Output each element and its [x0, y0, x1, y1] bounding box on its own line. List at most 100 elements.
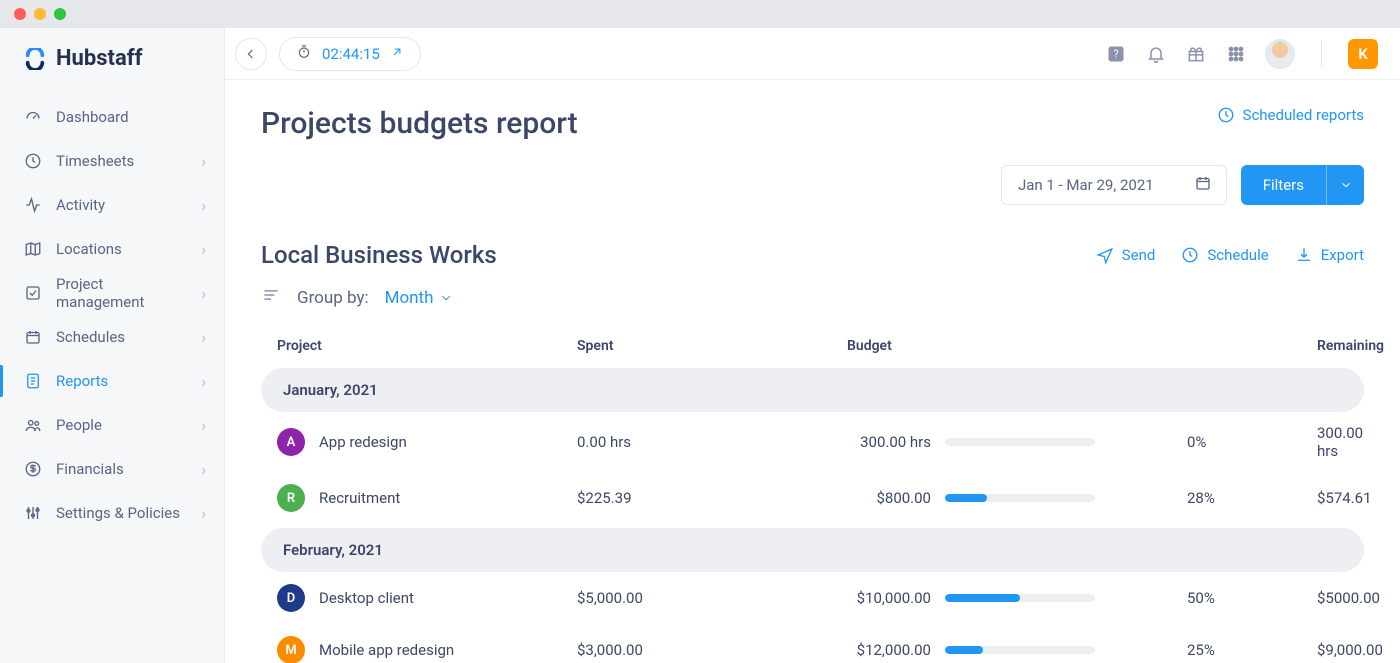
group-by-label: Group by:: [297, 288, 369, 308]
scheduled-reports-label: Scheduled reports: [1243, 106, 1364, 124]
chevron-right-icon: ›: [201, 196, 206, 215]
apps-grid-icon[interactable]: [1225, 43, 1247, 65]
chevron-right-icon: ›: [201, 504, 206, 523]
group-by-row: Group by: Month: [261, 285, 1364, 310]
progress-bar: [945, 646, 1095, 654]
sidebar-item-label: Schedules: [56, 328, 125, 346]
sliders-icon: [24, 504, 42, 522]
sidebar-item-label: Settings & Policies: [56, 504, 180, 522]
budget-value: 300.00 hrs: [847, 433, 931, 451]
progress-bar: [945, 494, 1095, 502]
clock-icon: [24, 152, 42, 170]
col-budget: Budget: [847, 338, 1187, 354]
col-spent: Spent: [577, 338, 847, 354]
external-link-icon: [390, 45, 404, 63]
sidebar-item-locations[interactable]: Locations›: [0, 227, 224, 271]
schedule-label: Schedule: [1207, 246, 1268, 264]
table-row[interactable]: DDesktop client$5,000.00$10,000.0050%$50…: [261, 572, 1364, 624]
sidebar-item-label: Locations: [56, 240, 122, 258]
calendar-icon: [1194, 174, 1212, 196]
spent-value: $5,000.00: [577, 589, 847, 607]
timer-pill[interactable]: 02:44:15: [279, 37, 421, 71]
table-row[interactable]: AApp redesign0.00 hrs300.00 hrs0%300.00 …: [261, 412, 1364, 472]
project-avatar: D: [277, 584, 305, 612]
table-header: Project Spent Budget Remaining: [261, 328, 1364, 364]
project-name: Mobile app redesign: [319, 641, 454, 659]
group-by-select[interactable]: Month: [385, 288, 454, 308]
file-icon: [24, 372, 42, 390]
chevron-right-icon: ›: [201, 284, 206, 303]
window-minimize-icon[interactable]: [34, 8, 46, 20]
stopwatch-icon: [296, 44, 312, 64]
bell-icon[interactable]: [1145, 43, 1167, 65]
group-header[interactable]: February, 2021: [261, 528, 1364, 572]
sidebar-item-label: Activity: [56, 196, 105, 214]
svg-text:?: ?: [1113, 47, 1118, 60]
date-range-label: Jan 1 - Mar 29, 2021: [1018, 176, 1154, 194]
sidebar-item-label: Financials: [56, 460, 124, 478]
topbar-icons: ? K: [1105, 39, 1378, 69]
divider: [1321, 40, 1322, 68]
percent-value: 25%: [1187, 641, 1317, 659]
sidebar-item-dashboard[interactable]: Dashboard: [0, 95, 224, 139]
progress-bar: [945, 438, 1095, 446]
sidebar: Hubstaff Dashboard Timesheets › Activity › Lo…: [0, 28, 225, 663]
scheduled-reports-link[interactable]: Scheduled reports: [1217, 106, 1364, 124]
sidebar-item-financials[interactable]: Financials ›: [0, 447, 224, 491]
map-icon: [24, 240, 42, 258]
project-avatar: A: [277, 428, 305, 456]
list-icon[interactable]: [261, 285, 281, 310]
brand-logo[interactable]: Hubstaff: [0, 42, 224, 89]
budget-value: $800.00: [847, 489, 931, 507]
sidebar-item-project-management[interactable]: Project management ›: [0, 271, 224, 315]
date-range-picker[interactable]: Jan 1 - Mar 29, 2021: [1001, 165, 1227, 205]
filters-button[interactable]: Filters: [1241, 165, 1364, 205]
section-title: Local Business Works: [261, 241, 497, 269]
activity-icon: [24, 196, 42, 214]
sidebar-item-timesheets[interactable]: Timesheets ›: [0, 139, 224, 183]
sidebar-item-label: Project management: [56, 275, 187, 311]
chevron-right-icon: ›: [201, 152, 206, 171]
progress-bar: [945, 594, 1095, 602]
timer-value: 02:44:15: [322, 45, 380, 63]
sidebar-item-label: Dashboard: [56, 108, 129, 126]
send-button[interactable]: Send: [1096, 246, 1156, 264]
checkbox-icon: [24, 284, 42, 302]
chevron-down-icon: [1326, 165, 1364, 205]
export-label: Export: [1321, 246, 1364, 264]
remaining-value: 300.00 hrs: [1317, 424, 1363, 460]
project-avatar: M: [277, 636, 305, 663]
dollar-icon: [24, 460, 42, 478]
hubstaff-logo-icon: [24, 48, 46, 70]
budget-value: $12,000.00: [847, 641, 931, 659]
user-avatar[interactable]: [1265, 39, 1295, 69]
sidebar-item-reports[interactable]: Reports›: [0, 359, 224, 403]
group-header[interactable]: January, 2021: [261, 368, 1364, 412]
sidebar-item-schedules[interactable]: Schedules›: [0, 315, 224, 359]
table-row[interactable]: MMobile app redesign$3,000.00$12,000.002…: [261, 624, 1364, 663]
window-maximize-icon[interactable]: [54, 8, 66, 20]
table-row[interactable]: RRecruitment$225.39$800.0028%$574.61: [261, 472, 1364, 524]
people-icon: [24, 416, 42, 434]
schedule-button[interactable]: Schedule: [1181, 246, 1268, 264]
back-button[interactable]: [235, 38, 267, 70]
help-icon[interactable]: ?: [1105, 43, 1127, 65]
percent-value: 0%: [1187, 433, 1317, 451]
export-button[interactable]: Export: [1295, 246, 1364, 264]
gift-icon[interactable]: [1185, 43, 1207, 65]
group-by-value: Month: [385, 288, 434, 308]
chevron-right-icon: ›: [201, 460, 206, 479]
sidebar-item-settings-policies[interactable]: Settings & Policies ›: [0, 491, 224, 535]
window-close-icon[interactable]: [14, 8, 26, 20]
topbar: 02:44:15 ?: [225, 28, 1400, 80]
percent-value: 50%: [1187, 589, 1317, 607]
sidebar-item-people[interactable]: People›: [0, 403, 224, 447]
chevron-right-icon: ›: [201, 372, 206, 391]
project-name: Recruitment: [319, 489, 400, 507]
page-title: Projects budgets report: [261, 106, 578, 141]
chevron-right-icon: ›: [201, 416, 206, 435]
workspace-switcher[interactable]: K: [1348, 39, 1378, 69]
filters-label: Filters: [1263, 176, 1304, 194]
sidebar-item-label: Timesheets: [56, 152, 134, 170]
sidebar-item-activity[interactable]: Activity ›: [0, 183, 224, 227]
